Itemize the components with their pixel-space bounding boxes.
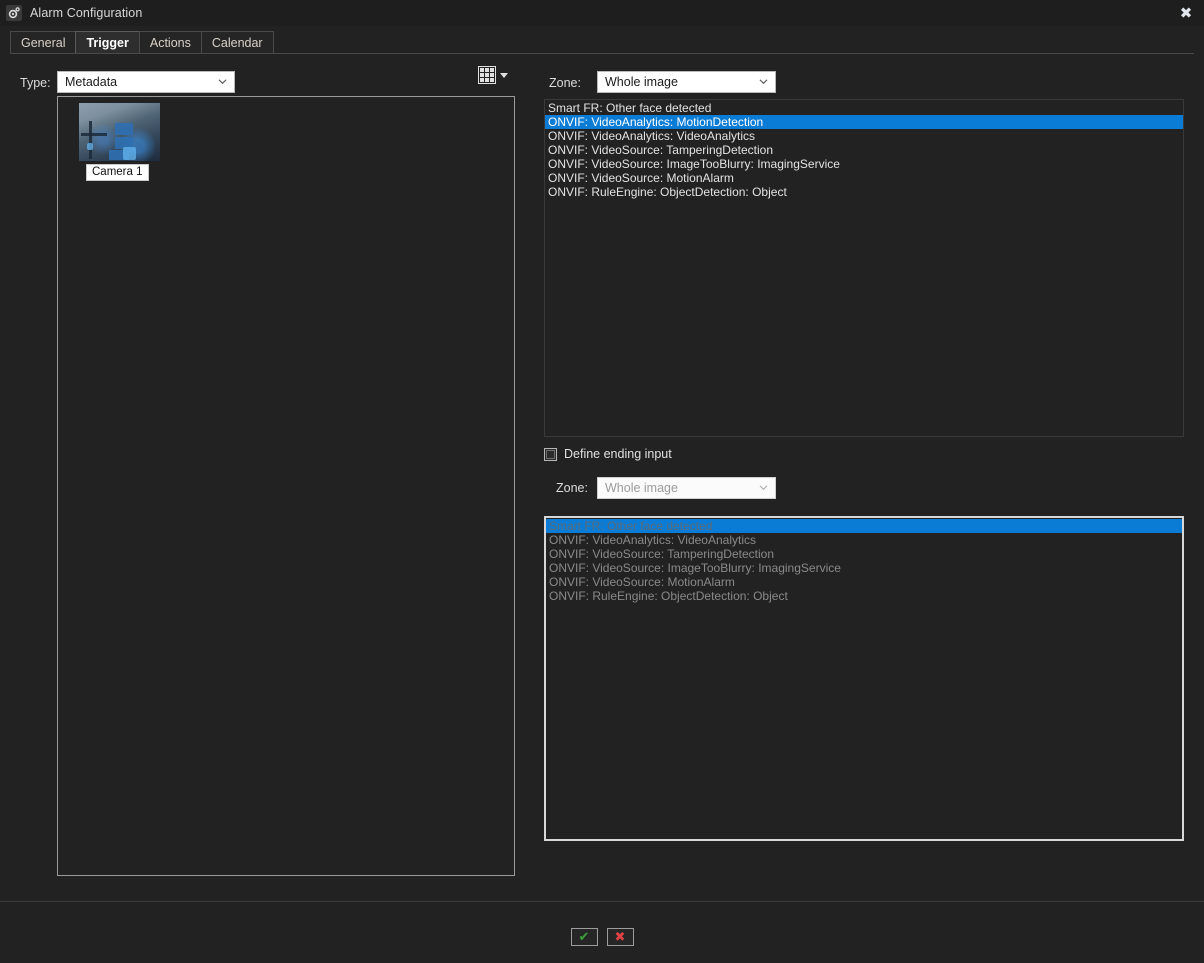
chevron-down-icon xyxy=(759,483,768,492)
grid-3x3-icon xyxy=(478,66,496,84)
list-item[interactable]: ONVIF: VideoAnalytics: MotionDetection xyxy=(545,115,1183,129)
ok-button[interactable]: ✔ xyxy=(571,928,598,946)
tab-actions[interactable]: Actions xyxy=(139,31,202,54)
chevron-down-icon xyxy=(218,77,227,86)
chevron-down-icon xyxy=(759,77,768,86)
list-item: ONVIF: VideoSource: TamperingDetection xyxy=(546,547,1182,561)
list-item: ONVIF: RuleEngine: ObjectDetection: Obje… xyxy=(546,589,1182,603)
list-item[interactable]: ONVIF: VideoAnalytics: VideoAnalytics xyxy=(545,129,1183,143)
list-item[interactable]: ONVIF: VideoSource: ImageTooBlurry: Imag… xyxy=(545,157,1183,171)
alarm-gear-icon xyxy=(6,5,22,21)
tab-trigger[interactable]: Trigger xyxy=(75,31,139,54)
window-title: Alarm Configuration xyxy=(30,6,142,20)
trigger-event-list[interactable]: Smart FR: Other face detected ONVIF: Vid… xyxy=(544,99,1184,437)
window-titlebar: Alarm Configuration ✖ xyxy=(0,0,1204,26)
close-icon[interactable]: ✖ xyxy=(1174,4,1198,22)
zone-label-ending: Zone: xyxy=(556,481,588,495)
camera-thumbnail[interactable] xyxy=(79,103,160,161)
list-item[interactable]: ONVIF: RuleEngine: ObjectDetection: Obje… xyxy=(545,185,1183,199)
zone-select-ending: Whole image xyxy=(597,477,776,499)
camera-label: Camera 1 xyxy=(86,164,149,181)
list-item[interactable]: ONVIF: VideoSource: TamperingDetection xyxy=(545,143,1183,157)
define-ending-input-label: Define ending input xyxy=(564,447,672,461)
define-ending-input-checkbox[interactable]: Define ending input xyxy=(544,447,672,461)
dialog-button-bar: ✔ ✖ xyxy=(0,928,1204,946)
list-item[interactable]: Smart FR: Other face detected xyxy=(545,101,1183,115)
tab-general[interactable]: General xyxy=(10,31,76,54)
camera-selection-panel[interactable]: Camera 1 xyxy=(57,96,515,876)
checkbox-icon[interactable] xyxy=(544,448,557,461)
cancel-button[interactable]: ✖ xyxy=(607,928,634,946)
footer-divider xyxy=(0,901,1204,902)
tab-calendar[interactable]: Calendar xyxy=(201,31,274,54)
list-item: ONVIF: VideoSource: MotionAlarm xyxy=(546,575,1182,589)
layout-grid-button[interactable] xyxy=(478,64,512,86)
zone-label-primary: Zone: xyxy=(549,76,581,90)
list-item: ONVIF: VideoAnalytics: VideoAnalytics xyxy=(546,533,1182,547)
zone-select-primary[interactable]: Whole image xyxy=(597,71,776,93)
ending-event-list: Smart FR: Other face detected ONVIF: Vid… xyxy=(544,516,1184,841)
tab-bar: General Trigger Actions Calendar xyxy=(0,30,1204,54)
type-select[interactable]: Metadata xyxy=(57,71,235,93)
zone-select-ending-value: Whole image xyxy=(605,481,678,495)
zone-select-primary-value: Whole image xyxy=(605,75,678,89)
list-item: ONVIF: VideoSource: ImageTooBlurry: Imag… xyxy=(546,561,1182,575)
list-item: Smart FR: Other face detected xyxy=(546,519,1182,533)
type-select-value: Metadata xyxy=(65,75,117,89)
caret-down-icon xyxy=(500,73,508,78)
tab-underline-divider xyxy=(10,53,1194,54)
type-label: Type: xyxy=(20,76,51,90)
list-item[interactable]: ONVIF: VideoSource: MotionAlarm xyxy=(545,171,1183,185)
camera-tile[interactable]: Camera 1 xyxy=(79,103,160,181)
